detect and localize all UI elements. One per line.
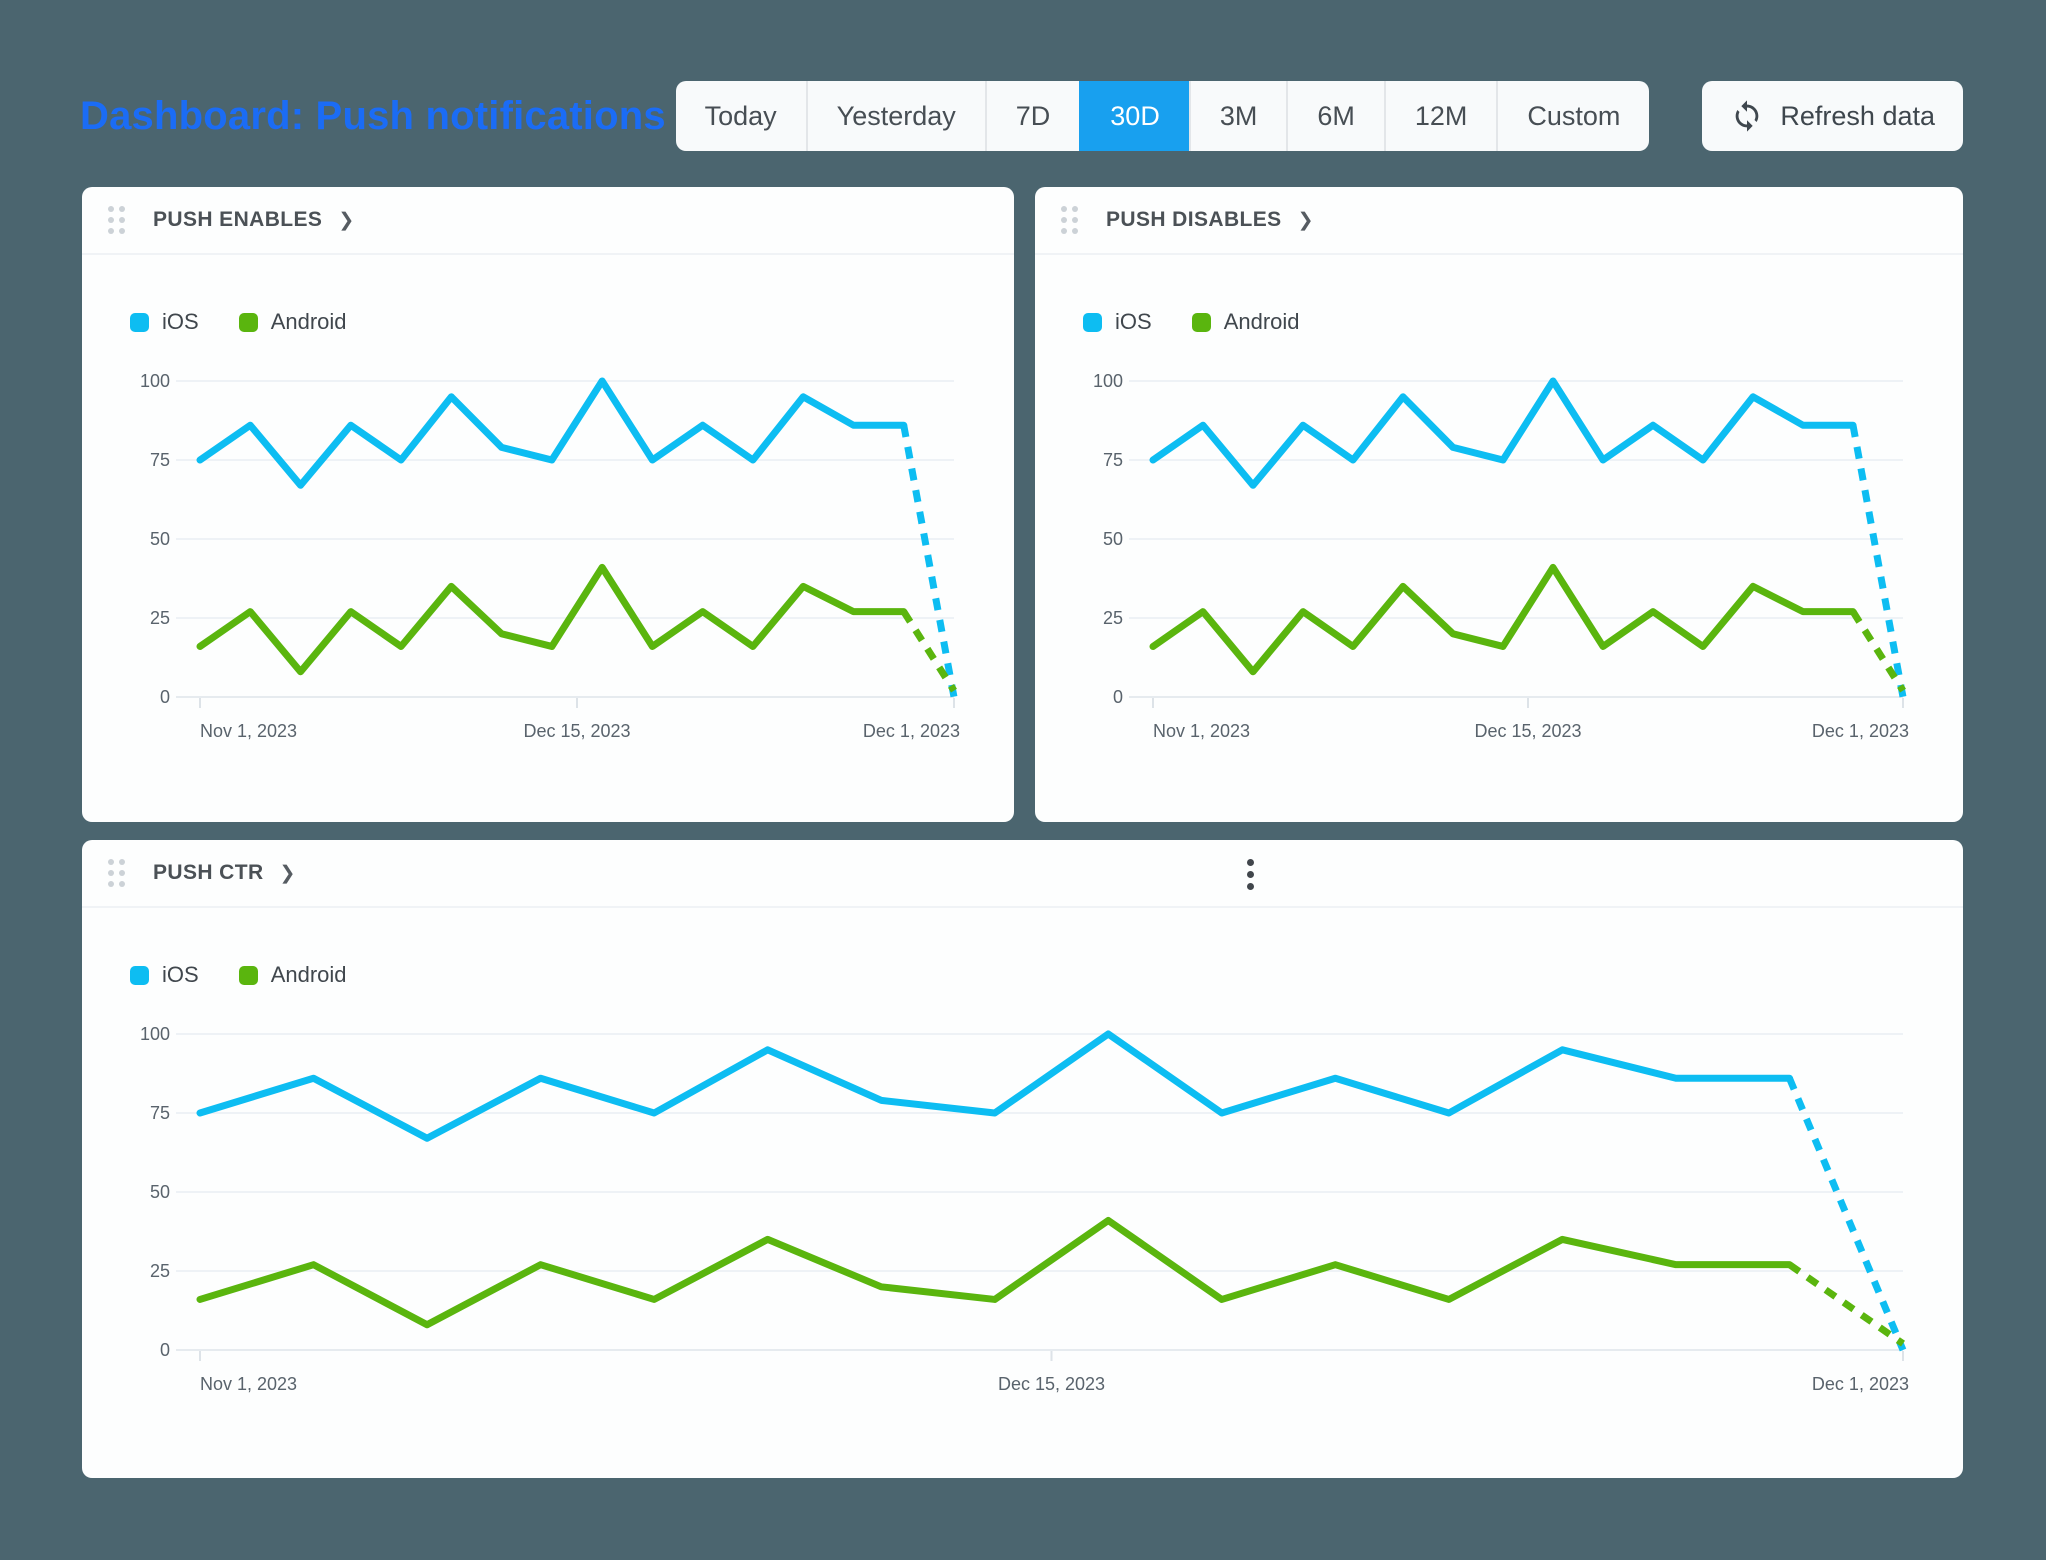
- card-menu-button[interactable]: [1228, 852, 1272, 896]
- svg-text:75: 75: [150, 1103, 170, 1123]
- legend-label: iOS: [1115, 309, 1152, 335]
- legend-label: Android: [271, 962, 347, 988]
- card-title-link-push-ctr[interactable]: PUSH CTR ❯: [153, 861, 295, 885]
- range-button-7d[interactable]: 7D: [985, 81, 1080, 151]
- svg-text:25: 25: [150, 1261, 170, 1281]
- legend-label: iOS: [162, 962, 199, 988]
- card-title: PUSH CTR: [153, 861, 264, 885]
- svg-text:25: 25: [150, 608, 170, 628]
- svg-text:Nov 1, 2023: Nov 1, 2023: [1153, 721, 1250, 741]
- svg-text:Dec 1, 2023: Dec 1, 2023: [863, 721, 960, 741]
- dashboard-page: Dashboard: Push notifications Today Yest…: [0, 0, 2046, 1560]
- range-button-30d[interactable]: 30D: [1079, 81, 1189, 151]
- card-header: PUSH CTR ❯: [82, 840, 1963, 908]
- push-enables-chart: 0 25 50 75 100 Nov 1, 2023 Dec 15, 2023 Dec 1, …: [82, 337, 1014, 757]
- card-header: PUSH ENABLES ❯: [82, 187, 1014, 255]
- card-push-ctr: PUSH CTR ❯ iOS Android 0 25 50 75 100 Nov 1, …: [82, 840, 1963, 1478]
- svg-text:50: 50: [150, 1182, 170, 1202]
- card-push-disables: PUSH DISABLES ❯ iOS Android 0 25 50 75 100 No…: [1035, 187, 1963, 822]
- legend-item-android[interactable]: Android: [1192, 309, 1300, 335]
- chart-legend: iOS Android: [130, 309, 347, 335]
- refresh-label: Refresh data: [1780, 101, 1935, 132]
- range-button-custom[interactable]: Custom: [1496, 81, 1649, 151]
- svg-text:100: 100: [140, 371, 170, 391]
- range-button-12m[interactable]: 12M: [1384, 81, 1497, 151]
- legend-label: iOS: [162, 309, 199, 335]
- card-title: PUSH DISABLES: [1106, 208, 1282, 232]
- svg-text:100: 100: [140, 1024, 170, 1044]
- svg-text:0: 0: [1113, 687, 1123, 707]
- drag-handle-icon[interactable]: [1061, 206, 1078, 234]
- ios-legend-swatch: [1083, 313, 1102, 332]
- svg-text:Dec 15, 2023: Dec 15, 2023: [523, 721, 630, 741]
- card-title-link-push-disables[interactable]: PUSH DISABLES ❯: [1106, 208, 1313, 232]
- svg-text:25: 25: [1103, 608, 1123, 628]
- svg-text:0: 0: [160, 1340, 170, 1360]
- chart-legend: iOS Android: [130, 962, 347, 988]
- push-disables-chart: 0 25 50 75 100 Nov 1, 2023 Dec 15, 2023 Dec 1, …: [1035, 337, 1963, 757]
- legend-item-ios[interactable]: iOS: [130, 309, 199, 335]
- date-range-selector: Today Yesterday 7D 30D 3M 6M 12M Custom: [676, 81, 1650, 151]
- svg-text:Nov 1, 2023: Nov 1, 2023: [200, 1374, 297, 1394]
- card-title: PUSH ENABLES: [153, 208, 322, 232]
- ios-legend-swatch: [130, 966, 149, 985]
- refresh-icon: [1730, 99, 1764, 133]
- card-header: PUSH DISABLES ❯: [1035, 187, 1963, 255]
- svg-text:Dec 1, 2023: Dec 1, 2023: [1812, 721, 1909, 741]
- range-button-today[interactable]: Today: [676, 81, 806, 151]
- range-button-yesterday[interactable]: Yesterday: [806, 81, 985, 151]
- legend-item-android[interactable]: Android: [239, 962, 347, 988]
- svg-text:Nov 1, 2023: Nov 1, 2023: [200, 721, 297, 741]
- chevron-right-icon: ❯: [338, 211, 354, 230]
- legend-item-android[interactable]: Android: [239, 309, 347, 335]
- range-button-3m[interactable]: 3M: [1189, 81, 1287, 151]
- range-button-6m[interactable]: 6M: [1286, 81, 1384, 151]
- drag-handle-icon[interactable]: [108, 206, 125, 234]
- card-push-enables: PUSH ENABLES ❯ iOS Android 0 25 50 75 100 Nov…: [82, 187, 1014, 822]
- svg-text:50: 50: [150, 529, 170, 549]
- svg-text:0: 0: [160, 687, 170, 707]
- page-title: Dashboard: Push notifications: [80, 94, 676, 139]
- refresh-data-button[interactable]: Refresh data: [1702, 81, 1963, 151]
- svg-text:Dec 15, 2023: Dec 15, 2023: [998, 1374, 1105, 1394]
- svg-text:75: 75: [150, 450, 170, 470]
- chart-legend: iOS Android: [1083, 309, 1300, 335]
- android-legend-swatch: [1192, 313, 1211, 332]
- top-bar: Dashboard: Push notifications Today Yest…: [80, 81, 1963, 151]
- push-ctr-chart: 0 25 50 75 100 Nov 1, 2023 Dec 15, 2023 Dec 1, …: [82, 990, 1963, 1410]
- svg-text:Dec 1, 2023: Dec 1, 2023: [1812, 1374, 1909, 1394]
- svg-text:75: 75: [1103, 450, 1123, 470]
- android-legend-swatch: [239, 313, 258, 332]
- chevron-right-icon: ❯: [1298, 211, 1314, 230]
- legend-item-ios[interactable]: iOS: [1083, 309, 1152, 335]
- card-title-link-push-enables[interactable]: PUSH ENABLES ❯: [153, 208, 354, 232]
- svg-text:100: 100: [1093, 371, 1123, 391]
- android-legend-swatch: [239, 966, 258, 985]
- legend-label: Android: [271, 309, 347, 335]
- chevron-right-icon: ❯: [280, 864, 296, 883]
- svg-text:Dec 15, 2023: Dec 15, 2023: [1474, 721, 1581, 741]
- legend-item-ios[interactable]: iOS: [130, 962, 199, 988]
- svg-text:50: 50: [1103, 529, 1123, 549]
- legend-label: Android: [1224, 309, 1300, 335]
- drag-handle-icon[interactable]: [108, 859, 125, 887]
- ios-legend-swatch: [130, 313, 149, 332]
